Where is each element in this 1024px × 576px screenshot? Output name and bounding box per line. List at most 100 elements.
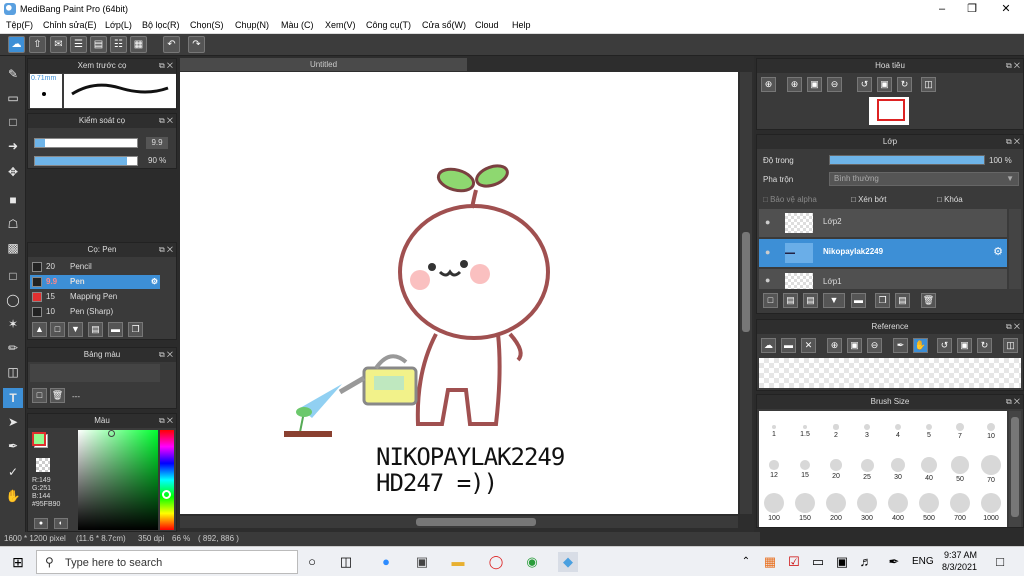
brush-size-option[interactable]: 20 [821, 451, 851, 489]
folder-icon[interactable]: ▬ [851, 293, 866, 308]
brush-size-slider[interactable] [34, 138, 138, 148]
trash-icon[interactable]: 🗑 [50, 388, 65, 403]
layer-row[interactable]: ● Lớp1 [759, 269, 1007, 289]
brush-size-option[interactable]: 200 [821, 489, 851, 527]
minimize-icon[interactable]: – [926, 0, 958, 18]
flip-icon[interactable]: ◫ [921, 77, 936, 92]
transparent-swatch[interactable] [36, 458, 50, 472]
detach-icon[interactable]: ⧉ ✕ [159, 114, 173, 128]
grid-icon[interactable]: ▦ [130, 36, 147, 53]
layer-opacity-slider[interactable] [829, 155, 985, 165]
chat-icon[interactable]: ☰ [70, 36, 87, 53]
brush-item-pencil[interactable]: 20 Pencil [30, 260, 160, 274]
navigator-thumbnail[interactable] [869, 97, 909, 125]
menu-filter[interactable]: Bộ lọc(R) [142, 20, 180, 30]
flip-icon[interactable]: ◫ [1003, 338, 1018, 353]
menu-tools[interactable]: Công cụ(T) [366, 20, 411, 30]
zoom-in-icon[interactable]: ⊕ [827, 338, 842, 353]
brush-tool-icon[interactable]: ✎ [3, 64, 23, 84]
rotate-right-icon[interactable]: ↻ [897, 77, 912, 92]
redo-icon[interactable]: ↷ [188, 36, 205, 53]
menu-select[interactable]: Chọn(S) [190, 20, 224, 30]
detach-icon[interactable]: ⧉ ✕ [159, 414, 173, 428]
menu-window[interactable]: Cửa sổ(W) [422, 20, 466, 30]
brush-size-option[interactable]: 1.5 [790, 413, 820, 451]
brush-item-mapping-pen[interactable]: 15 Mapping Pen [30, 290, 160, 304]
brush-size-option[interactable]: 100 [759, 489, 789, 527]
color-wheel-icon[interactable]: ◐ [54, 518, 68, 529]
brush-size-option[interactable]: 700 [945, 489, 975, 527]
rotate-left-icon[interactable]: ↺ [937, 338, 952, 353]
brush-size-option[interactable]: 15 [790, 451, 820, 489]
bucket-tool-icon[interactable]: ☖ [3, 214, 23, 234]
chrome-icon[interactable]: ◉ [522, 552, 542, 572]
brush-size-option[interactable]: 150 [790, 489, 820, 527]
upload-icon[interactable]: ⇧ [29, 36, 46, 53]
menu-color[interactable]: Màu (C) [281, 20, 314, 30]
network-icon[interactable]: ▣ [832, 552, 852, 572]
canvas-tab[interactable]: Untitled [180, 58, 467, 71]
task-view-icon[interactable]: ◫ [336, 552, 356, 572]
lasso-tool-icon[interactable]: ◯ [3, 290, 23, 310]
folder-icon[interactable]: ▬ [781, 338, 796, 353]
eye-icon[interactable]: ● [765, 275, 770, 285]
brush-size-option[interactable]: 25 [852, 451, 882, 489]
fit-icon[interactable]: ▣ [807, 77, 822, 92]
brush-size-option[interactable]: 400 [883, 489, 913, 527]
brush-size-option[interactable]: 70 [976, 451, 1006, 489]
detach-icon[interactable]: ⧉ ✕ [1006, 135, 1020, 149]
document-icon[interactable]: ▤ [90, 36, 107, 53]
taskbar-search-box[interactable]: ⚲ Type here to search [36, 550, 298, 574]
maximize-icon[interactable]: ❐ [956, 0, 988, 18]
operation-tool-icon[interactable]: ➤ [3, 412, 23, 432]
drawing-canvas[interactable]: NIKOPAYLAK2249 HD247 =)) [180, 72, 738, 514]
gradient-tool-icon[interactable]: ▩ [3, 238, 23, 258]
select-eraser-tool-icon[interactable]: ◫ [3, 362, 23, 382]
chevron-up-icon[interactable]: ⌃ [736, 552, 756, 572]
new-brush-icon[interactable]: □ [50, 322, 65, 337]
brush-item-pen[interactable]: 9.9 Pen ⚙ [30, 275, 160, 289]
notification-icon[interactable]: □ [990, 552, 1010, 572]
brush-size-option[interactable]: 1 [759, 413, 789, 451]
zoom-in-icon[interactable]: ⊕ [761, 77, 776, 92]
zoom-in-icon[interactable]: ⊕ [787, 77, 802, 92]
cloud-icon[interactable]: ☁ [8, 36, 25, 53]
magic-wand-tool-icon[interactable]: ✶ [3, 314, 23, 334]
menu-edit[interactable]: Chỉnh sửa(E) [43, 20, 97, 30]
brush-size-option[interactable]: 2 [821, 413, 851, 451]
medibang-taskbar-icon[interactable]: ◆ [558, 552, 578, 572]
menu-cloud[interactable]: Cloud [475, 20, 499, 30]
opera-icon[interactable]: ◯ [486, 552, 506, 572]
eye-icon[interactable]: ● [765, 247, 770, 257]
brush-size-option[interactable]: 300 [852, 489, 882, 527]
brush-size-option[interactable]: 7 [945, 413, 975, 451]
eyedropper-tool-icon[interactable]: ✒ [3, 436, 23, 456]
trash-icon[interactable]: 🗑 [921, 293, 936, 308]
brush-size-option[interactable]: 1000 [976, 489, 1006, 527]
volume-icon[interactable]: ♬ [856, 552, 876, 572]
comment-icon[interactable]: ✉ [50, 36, 67, 53]
hand-icon[interactable]: ✋ [913, 338, 928, 353]
clipping-checkbox[interactable]: □ Xén bớt [851, 195, 886, 204]
copy-brush-icon[interactable]: ▤ [88, 322, 103, 337]
language-indicator[interactable]: ENG [912, 556, 934, 567]
brush-item-pen-sharp[interactable]: 10 Pen (Sharp) [30, 305, 160, 319]
detach-icon[interactable]: ⧉ ✕ [159, 59, 173, 73]
close-icon[interactable]: ✕ [801, 338, 816, 353]
lock-checkbox[interactable]: □ Khóa [937, 195, 963, 204]
detach-icon[interactable]: ⧉ ✕ [159, 243, 173, 257]
brush-size-option[interactable]: 12 [759, 451, 789, 489]
windows-start-icon[interactable]: ⊞ [8, 552, 28, 572]
cloud-icon[interactable]: ☁ [761, 338, 776, 353]
tray-app-icon[interactable]: ▦ [760, 552, 780, 572]
pen-workspace-icon[interactable]: ✒ [884, 552, 904, 572]
line-tool-icon[interactable]: ➜ [3, 136, 23, 156]
blend-mode-select[interactable]: Bình thường ▼ [829, 172, 1019, 186]
add-brush-icon[interactable]: ▲ [32, 322, 47, 337]
rotate-right-icon[interactable]: ↻ [977, 338, 992, 353]
folder-icon[interactable]: ▬ [108, 322, 123, 337]
zoom-app-icon[interactable]: ● [376, 552, 396, 572]
brush-size-value[interactable]: 9.9 [146, 137, 168, 149]
dropper-tool-icon[interactable]: ✓ [3, 462, 23, 482]
merge-icon[interactable]: ▤ [895, 293, 910, 308]
